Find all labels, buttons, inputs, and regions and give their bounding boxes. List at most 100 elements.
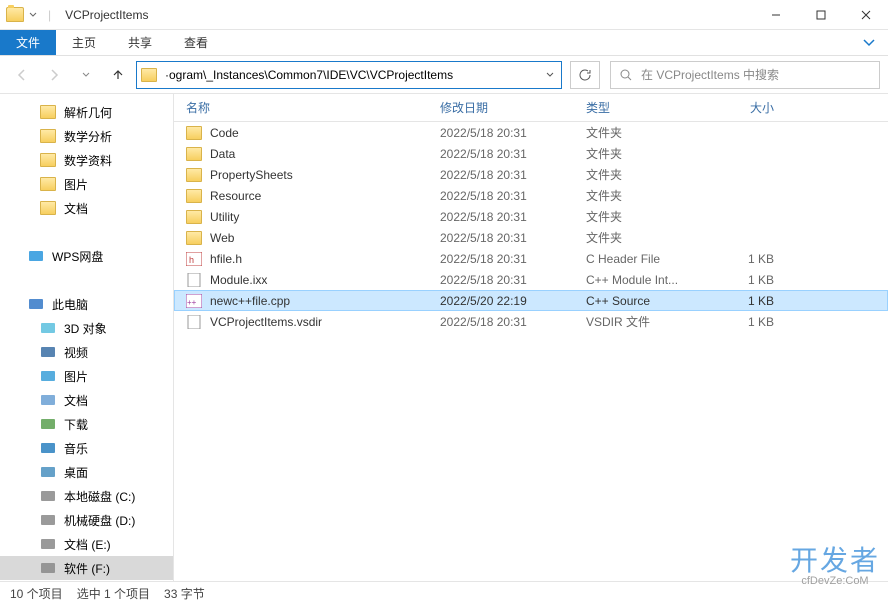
cpp-icon: ++ [186, 294, 202, 308]
file-name: Data [210, 147, 440, 161]
sidebar-item[interactable]: 3D 对象 [0, 316, 173, 340]
main-panel: 名称 修改日期 类型 大小 Code2022/5/18 20:31文件夹Data… [174, 94, 888, 581]
sidebar-item[interactable]: 本地磁盘 (C:) [0, 484, 173, 508]
col-date[interactable]: 修改日期 [440, 99, 586, 116]
maximize-button[interactable] [798, 0, 843, 30]
tab-file[interactable]: 文件 [0, 30, 56, 55]
sidebar-item[interactable]: 音乐 [0, 436, 173, 460]
col-type[interactable]: 类型 [586, 99, 706, 116]
search-input[interactable]: 在 VCProjectItems 中搜索 [610, 61, 880, 89]
window-title: VCProjectItems [65, 8, 148, 22]
file-name: Web [210, 231, 440, 245]
file-icon [186, 273, 202, 287]
file-size: 1 KB [706, 273, 774, 287]
sidebar-item [0, 220, 173, 244]
folder-icon [6, 7, 24, 22]
file-icon [186, 315, 202, 329]
sidebar-item[interactable]: 数学分析 [0, 124, 173, 148]
sidebar-item[interactable]: WPS网盘 [0, 244, 173, 268]
tab-view[interactable]: 查看 [168, 30, 224, 55]
column-headers[interactable]: 名称 修改日期 类型 大小 [174, 94, 888, 122]
folder-icon [186, 126, 202, 140]
sidebar-item[interactable]: 软件 (F:) [0, 556, 173, 580]
folder-icon [186, 189, 202, 203]
col-name[interactable]: 名称 [186, 99, 440, 116]
file-date: 2022/5/18 20:31 [440, 273, 586, 287]
file-date: 2022/5/18 20:31 [440, 210, 586, 224]
address-text[interactable]: ·ogram\_Instances\Common7\IDE\VC\VCProje… [161, 68, 539, 82]
col-size[interactable]: 大小 [706, 99, 786, 116]
file-name: Utility [210, 210, 440, 224]
file-type: C++ Module Int... [586, 273, 706, 287]
file-name: Module.ixx [210, 273, 440, 287]
file-name: Code [210, 126, 440, 140]
up-button[interactable] [104, 61, 132, 89]
table-row[interactable]: VCProjectItems.vsdir2022/5/18 20:31VSDIR… [174, 311, 888, 332]
sidebar-item[interactable]: 桌面 [0, 460, 173, 484]
file-type: 文件夹 [586, 187, 706, 204]
sidebar-item[interactable]: 图片 [0, 172, 173, 196]
file-date: 2022/5/18 20:31 [440, 315, 586, 329]
sidebar-item-label: 数学资料 [64, 152, 112, 169]
file-date: 2022/5/18 20:31 [440, 189, 586, 203]
hfile-icon: h [186, 252, 202, 266]
file-type: 文件夹 [586, 166, 706, 183]
table-row[interactable]: Web2022/5/18 20:31文件夹 [174, 227, 888, 248]
address-dropdown-icon[interactable] [539, 70, 561, 80]
table-row[interactable]: Resource2022/5/18 20:31文件夹 [174, 185, 888, 206]
file-type: C++ Source [586, 294, 706, 308]
tab-home[interactable]: 主页 [56, 30, 112, 55]
file-list[interactable]: Code2022/5/18 20:31文件夹Data2022/5/18 20:3… [174, 122, 888, 581]
svg-text:++: ++ [187, 298, 197, 307]
forward-button[interactable] [40, 61, 68, 89]
table-row[interactable]: Utility2022/5/18 20:31文件夹 [174, 206, 888, 227]
sidebar-item[interactable]: 此电脑 [0, 292, 173, 316]
statusbar: 10 个项目 选中 1 个项目 33 字节 [0, 581, 888, 605]
sidebar-item[interactable]: 文档 [0, 196, 173, 220]
sidebar-item-label: 下载 [64, 416, 88, 433]
file-name: Resource [210, 189, 440, 203]
sidebar-item-label: 数学分析 [64, 128, 112, 145]
table-row[interactable]: PropertySheets2022/5/18 20:31文件夹 [174, 164, 888, 185]
table-row[interactable]: Module.ixx2022/5/18 20:31C++ Module Int.… [174, 269, 888, 290]
sidebar-item-label: WPS网盘 [52, 248, 103, 265]
ribbon-help-icon[interactable] [850, 30, 888, 55]
table-row[interactable]: Data2022/5/18 20:31文件夹 [174, 143, 888, 164]
file-date: 2022/5/18 20:31 [440, 126, 586, 140]
sidebar-item[interactable]: 数学资料 [0, 148, 173, 172]
sidebar-item[interactable]: 解析几何 [0, 100, 173, 124]
sidebar-item-label: 图片 [64, 176, 88, 193]
sidebar-item[interactable]: 文档 (E:) [0, 532, 173, 556]
sidebar-item[interactable]: 机械硬盘 (D:) [0, 508, 173, 532]
table-row[interactable]: Code2022/5/18 20:31文件夹 [174, 122, 888, 143]
file-type: 文件夹 [586, 208, 706, 225]
table-row[interactable]: hhfile.h2022/5/18 20:31C Header File1 KB [174, 248, 888, 269]
sidebar-item[interactable]: 视频 [0, 340, 173, 364]
close-button[interactable] [843, 0, 888, 30]
status-bytes: 33 字节 [164, 585, 205, 602]
tab-share[interactable]: 共享 [112, 30, 168, 55]
file-date: 2022/5/20 22:19 [440, 294, 586, 308]
refresh-button[interactable] [570, 61, 600, 89]
qat-dropdown-icon[interactable] [28, 10, 38, 20]
sidebar-item[interactable]: 文档 [0, 388, 173, 412]
sidebar-item-label: 3D 对象 [64, 320, 107, 337]
file-date: 2022/5/18 20:31 [440, 168, 586, 182]
sidebar-item[interactable]: 下载 [0, 412, 173, 436]
recent-dropdown[interactable] [72, 61, 100, 89]
search-icon [619, 68, 633, 82]
sidebar-item-label: 视频 [64, 344, 88, 361]
sidebar-item-label: 音乐 [64, 440, 88, 457]
minimize-button[interactable] [753, 0, 798, 30]
sidebar-item[interactable]: 图片 [0, 364, 173, 388]
back-button[interactable] [8, 61, 36, 89]
sidebar-item-label: 此电脑 [52, 296, 88, 313]
folder-icon [186, 210, 202, 224]
table-row[interactable]: ++newc++file.cpp2022/5/20 22:19C++ Sourc… [174, 290, 888, 311]
address-folder-icon [137, 68, 161, 82]
address-bar[interactable]: ·ogram\_Instances\Common7\IDE\VC\VCProje… [136, 61, 562, 89]
file-type: 文件夹 [586, 124, 706, 141]
file-type: VSDIR 文件 [586, 313, 706, 330]
sidebar[interactable]: 解析几何数学分析数学资料图片文档WPS网盘此电脑3D 对象视频图片文档下载音乐桌… [0, 94, 174, 581]
file-type: 文件夹 [586, 145, 706, 162]
